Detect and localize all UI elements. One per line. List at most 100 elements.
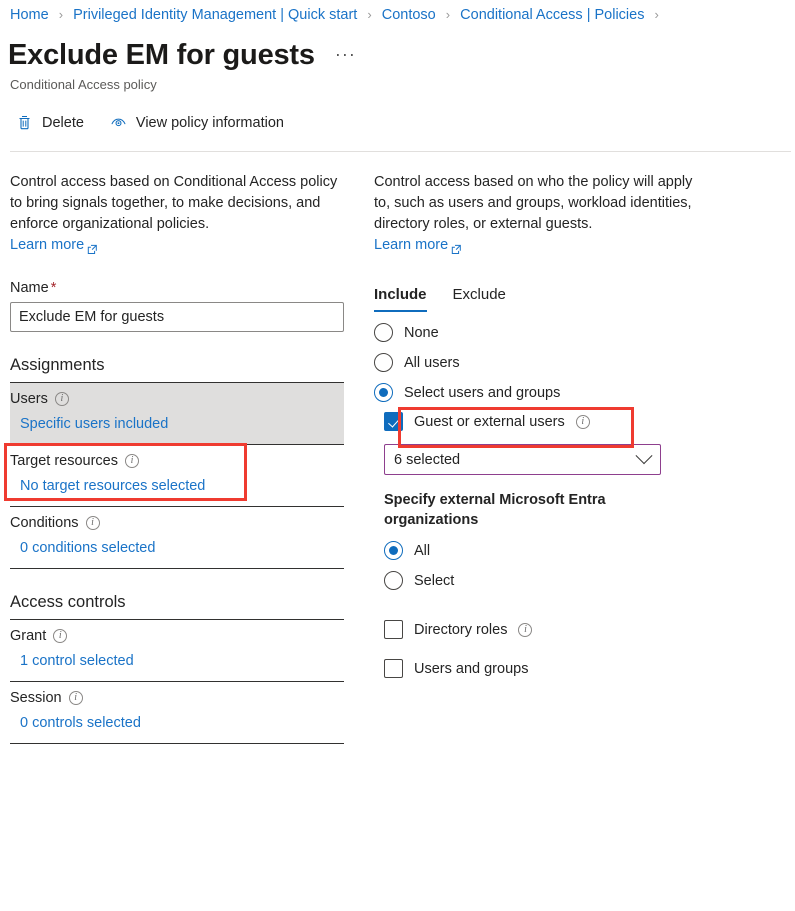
pane-row-target-resources-label: Target resources <box>10 453 118 469</box>
radio-option-select-users-and-groups[interactable]: Select users and groups <box>374 383 694 402</box>
users-description: Control access based on who the policy w… <box>374 172 694 256</box>
checkbox-guest-or-external-users-label: Guest or external users <box>414 413 565 430</box>
guest-types-dropdown-value: 6 selected <box>394 451 461 468</box>
radio-option-org-select[interactable]: Select <box>384 571 694 590</box>
pane-row-conditions-value[interactable]: 0 conditions selected <box>20 540 344 556</box>
radio-org-select-label: Select <box>414 572 455 589</box>
info-icon[interactable]: i <box>54 392 69 406</box>
delete-label: Delete <box>42 114 84 131</box>
pane-row-grant-value[interactable]: 1 control selected <box>20 653 344 669</box>
info-icon[interactable]: i <box>68 691 83 705</box>
radio-org-all[interactable] <box>384 541 403 560</box>
include-exclude-tabs: Include Exclude <box>374 286 694 312</box>
pane-row-grant-title: Grant i <box>10 628 344 644</box>
learn-more-label: Learn more <box>10 237 85 253</box>
radio-org-select[interactable] <box>384 571 403 590</box>
breadcrumb-item-pim-quick-start[interactable]: Privileged Identity Management | Quick s… <box>73 7 357 23</box>
policy-summary-pane: Control access based on Conditional Acce… <box>4 172 344 744</box>
breadcrumb-item-contoso[interactable]: Contoso <box>382 7 436 23</box>
eye-icon <box>110 114 127 131</box>
pane-row-conditions-title: Conditions i <box>10 515 344 531</box>
view-policy-information-button[interactable]: View policy information <box>108 112 286 133</box>
pane-row-grant-label: Grant <box>10 628 47 644</box>
radio-select-users-and-groups-label: Select users and groups <box>404 384 561 401</box>
name-field-label: Name * <box>10 280 344 296</box>
page-title: Exclude EM for guests <box>8 39 315 71</box>
info-icon[interactable]: i <box>85 516 100 530</box>
specify-external-organizations-heading: Specify external Microsoft Entra organiz… <box>384 492 606 528</box>
chevron-down-icon <box>635 446 653 464</box>
radio-org-all-label: All <box>414 542 431 559</box>
command-bar-divider <box>10 151 791 152</box>
info-icon[interactable]: i <box>53 629 68 643</box>
policy-description: Control access based on Conditional Acce… <box>10 172 344 256</box>
pane-row-conditions-label: Conditions <box>10 515 79 531</box>
breadcrumb-separator: › <box>367 7 372 22</box>
checkbox-users-and-groups-label: Users and groups <box>414 660 529 677</box>
pane-row-session-label: Session <box>10 690 62 706</box>
pane-row-session[interactable]: Session i 0 controls selected <box>10 682 344 743</box>
radio-option-none[interactable]: None <box>374 323 694 342</box>
checkbox-option-directory-roles[interactable]: Directory roles i <box>384 620 694 639</box>
pane-row-users[interactable]: Users i Specific users included <box>10 383 344 444</box>
checkbox-users-and-groups[interactable] <box>384 659 403 678</box>
more-options-ellipsis-button[interactable]: ··· <box>335 44 356 65</box>
radio-none-label: None <box>404 324 439 341</box>
breadcrumb-separator: › <box>58 7 64 22</box>
info-icon[interactable]: i <box>518 622 533 637</box>
trash-icon <box>16 114 33 131</box>
conditions-divider <box>10 568 344 569</box>
radio-all-users-label: All users <box>404 354 460 371</box>
radio-option-org-all[interactable]: All <box>384 541 694 560</box>
page-subtitle: Conditional Access policy <box>10 77 157 92</box>
pane-row-users-label: Users <box>10 391 48 407</box>
pane-row-target-resources[interactable]: Target resources i No target resources s… <box>4 443 344 506</box>
info-icon[interactable]: i <box>125 454 139 468</box>
pane-row-session-value[interactable]: 0 controls selected <box>20 715 344 731</box>
pane-row-target-resources-title: Target resources i <box>10 453 344 469</box>
checkbox-guest-or-external-users[interactable] <box>384 412 403 431</box>
delete-button[interactable]: Delete <box>14 112 86 133</box>
checkbox-option-users-and-groups[interactable]: Users and groups <box>384 659 694 678</box>
pane-row-users-value[interactable]: Specific users included <box>20 416 344 432</box>
pane-row-users-title: Users i <box>10 391 344 407</box>
assignments-heading: Assignments <box>10 356 105 374</box>
radio-select-users-and-groups[interactable] <box>374 383 393 402</box>
checkbox-directory-roles[interactable] <box>384 620 403 639</box>
access-controls-heading: Access controls <box>10 593 126 611</box>
learn-more-link-right[interactable]: Learn more <box>374 235 462 256</box>
breadcrumb: Home › Privileged Identity Management | … <box>10 4 665 26</box>
tab-include[interactable]: Include <box>374 286 427 312</box>
command-bar: Delete View policy information <box>14 112 286 133</box>
page-header: Exclude EM for guests ··· <box>8 37 356 73</box>
checkbox-option-guest-or-external-users[interactable]: Guest or external users i <box>384 412 694 431</box>
policy-description-text: Control access based on Conditional Acce… <box>10 174 338 232</box>
learn-more-label: Learn more <box>374 237 449 253</box>
view-policy-information-label: View policy information <box>135 114 284 131</box>
learn-more-link-left[interactable]: Learn more <box>10 235 98 256</box>
breadcrumb-item-home[interactable]: Home <box>10 7 49 23</box>
guest-or-external-users-section: Guest or external users i <box>374 407 694 448</box>
tab-exclude[interactable]: Exclude <box>453 286 506 312</box>
info-icon[interactable]: i <box>575 414 590 429</box>
external-link-icon <box>451 241 462 254</box>
users-assignment-pane: Control access based on who the policy w… <box>374 172 694 678</box>
breadcrumb-separator: › <box>445 7 451 22</box>
pane-row-conditions[interactable]: Conditions i 0 conditions selected <box>10 507 344 568</box>
breadcrumb-separator-trailing: › <box>654 7 659 22</box>
required-indicator: * <box>50 280 57 296</box>
radio-option-all-users[interactable]: All users <box>374 353 694 372</box>
radio-none[interactable] <box>374 323 393 342</box>
checkbox-directory-roles-label: Directory roles <box>414 621 508 638</box>
breadcrumb-item-conditional-access-policies[interactable]: Conditional Access | Policies <box>460 7 644 23</box>
pane-row-session-title: Session i <box>10 690 344 706</box>
session-divider <box>10 743 344 744</box>
users-description-text: Control access based on who the policy w… <box>374 174 693 232</box>
pane-row-grant[interactable]: Grant i 1 control selected <box>10 620 344 681</box>
pane-row-target-resources-value[interactable]: No target resources selected <box>20 478 344 494</box>
name-label-text: Name <box>10 280 49 296</box>
external-link-icon <box>87 241 98 254</box>
guest-types-dropdown[interactable]: 6 selected <box>384 444 661 475</box>
radio-all-users[interactable] <box>374 353 393 372</box>
policy-name-input[interactable] <box>10 302 344 332</box>
